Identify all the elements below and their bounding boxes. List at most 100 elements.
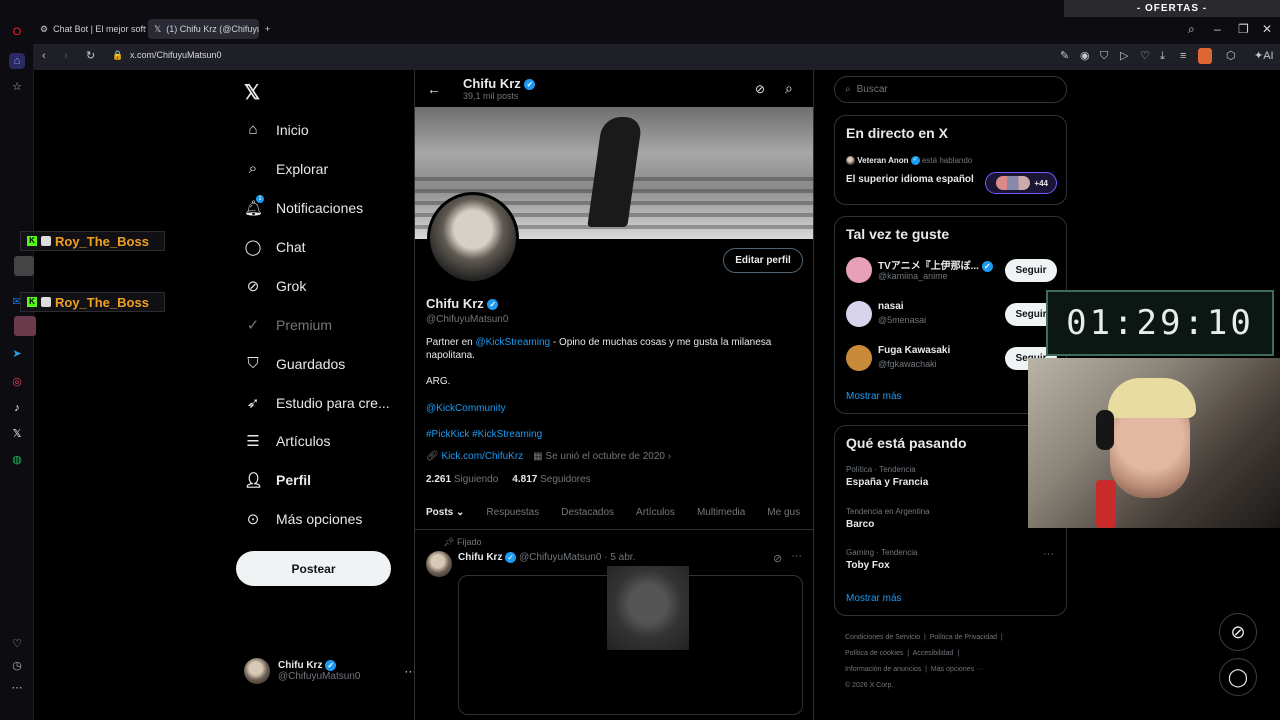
tab-replies[interactable]: Respuestas	[475, 500, 550, 529]
pinned-label: Fijado	[456, 537, 482, 547]
nav-item-premium[interactable]: ✓ Premium	[244, 316, 332, 334]
nav-label: Estudio para cre...	[276, 395, 390, 411]
nav-item-profile[interactable]: 👤︎ Perfil	[244, 471, 311, 489]
live-topic[interactable]: El superior idioma español	[846, 174, 974, 185]
telegram-icon[interactable]: ➤	[9, 346, 25, 362]
tab-chatbot[interactable]: ⚙ Chat Bot | El mejor softwa	[34, 19, 146, 39]
edit-profile-button[interactable]: Editar perfil	[723, 248, 803, 273]
x-logo-icon[interactable]: 𝕏	[244, 80, 260, 105]
verified-icon: ✓	[524, 79, 536, 91]
nav-item-more[interactable]: ⊙ Más opciones	[244, 510, 363, 528]
forward-icon[interactable]: ›	[64, 51, 68, 62]
download-icon[interactable]: ⤓	[1160, 51, 1165, 62]
post-handle[interactable]: @ChifuyuMatsun0	[519, 552, 601, 563]
new-tab-button[interactable]: +	[262, 19, 278, 39]
edit-icon[interactable]: ✎	[1060, 51, 1069, 62]
tab-posts[interactable]: Posts ⌄	[415, 500, 475, 529]
footer-link[interactable]: Política de Privacidad	[930, 634, 997, 641]
grok-fab-button[interactable]: ⊘	[1219, 613, 1257, 651]
footer-link[interactable]: Más opciones ···	[931, 666, 983, 673]
search-input[interactable]: ⌕ Buscar	[834, 76, 1067, 103]
heart-icon[interactable]: ♡	[9, 636, 25, 652]
back-arrow-icon[interactable]: ←	[427, 81, 441, 97]
more-icon[interactable]: ⋯	[9, 680, 25, 696]
nav-item-grok[interactable]: ⊘ Grok	[244, 277, 307, 295]
back-icon[interactable]: ‹	[42, 51, 46, 62]
search-icon[interactable]: ⌕	[785, 80, 793, 97]
heart-icon[interactable]: ♡	[1140, 51, 1150, 62]
nav-item-bookmarks[interactable]: ⛉ Guardados	[244, 355, 345, 372]
nav-item-home[interactable]: ⌂ Inicio	[244, 121, 309, 138]
tab-articles[interactable]: Artículos	[625, 500, 686, 529]
search-icon: ⌕	[845, 84, 851, 95]
post-media[interactable]	[458, 566, 803, 715]
shield-icon[interactable]: ⛉	[1100, 51, 1108, 62]
tab-highlights[interactable]: Destacados	[550, 500, 625, 529]
followers-stat[interactable]: 4.817 Seguidores	[512, 474, 590, 485]
instagram-icon[interactable]: ◎	[9, 374, 25, 390]
tab-x-profile[interactable]: 𝕏 (1) Chifu Krz (@ChifuyuM	[148, 19, 259, 39]
live-listeners[interactable]: +44	[985, 172, 1057, 194]
trend-item[interactable]: Gaming · Tendencia Toby Fox	[846, 548, 917, 571]
nav-item-creator-studio[interactable]: ➶ Estudio para cre...	[244, 394, 390, 412]
x-icon[interactable]: 𝕏	[9, 426, 25, 442]
footer-link[interactable]: Accesibilidad	[913, 650, 954, 657]
live-host[interactable]: Veteran Anon ✓ está hablando	[846, 156, 972, 166]
trend-item[interactable]: Política · Tendencia España y Francia	[846, 465, 928, 488]
verified-icon: ✓	[505, 552, 517, 563]
trend-item[interactable]: Tendencia en Argentina Barco	[846, 507, 930, 530]
close-icon[interactable]: ✕	[1262, 22, 1272, 36]
profile-avatar[interactable]	[427, 192, 519, 284]
bio-community-link[interactable]: @KickCommunity	[426, 403, 506, 414]
nav-label: Inicio	[276, 121, 309, 138]
grok-icon: ⊘	[246, 278, 260, 295]
grok-icon[interactable]: ⊘	[755, 82, 765, 96]
search-icon[interactable]: ⌕	[1188, 22, 1195, 37]
pin-icon[interactable]: ☆	[9, 79, 25, 95]
post-author[interactable]: Chifu Krz	[458, 552, 502, 563]
grok-icon[interactable]: ⊘	[773, 552, 782, 565]
show-more-link[interactable]: Mostrar más	[846, 593, 902, 604]
minimize-icon[interactable]: –	[1214, 22, 1221, 36]
streamer-hair	[1108, 378, 1196, 418]
nav-item-articles[interactable]: ☰ Artículos	[244, 432, 330, 450]
camera-icon[interactable]: ◉	[1080, 51, 1090, 62]
website-link[interactable]: Kick.com/ChifuKrz	[441, 451, 523, 462]
more-icon[interactable]: ···	[791, 550, 802, 562]
play-icon[interactable]: ▷	[1120, 51, 1128, 62]
post-date[interactable]: · 5 abr.	[604, 552, 635, 563]
bio-hashtags-link[interactable]: #PickKick #KickStreaming	[426, 429, 542, 440]
bio-mention-link[interactable]: @KickStreaming	[475, 337, 550, 348]
footer-link[interactable]: Condiciones de Servicio	[845, 634, 920, 641]
history-icon[interactable]: ◷	[9, 658, 25, 674]
extension-icon[interactable]	[1198, 48, 1212, 64]
nav-label: Grok	[276, 278, 307, 294]
follow-button[interactable]: Seguir	[1005, 259, 1057, 282]
messages-fab-button[interactable]: ◯	[1219, 658, 1257, 696]
more-icon[interactable]: ···	[1043, 548, 1054, 560]
tab-likes[interactable]: Me gus	[756, 500, 811, 529]
cube-icon[interactable]: ⬡	[1226, 51, 1236, 62]
following-stat[interactable]: 2.261 Siguiendo	[426, 474, 498, 485]
post-button[interactable]: Postear	[236, 551, 391, 586]
footer-links: Condiciones de Servicio | Política de Pr…	[845, 634, 1003, 689]
tiktok-icon[interactable]: ♪	[9, 400, 25, 416]
post-avatar[interactable]	[426, 551, 452, 577]
reload-icon[interactable]: ↻	[86, 51, 95, 62]
nav-label: Explorar	[276, 160, 329, 177]
account-switcher[interactable]: Chifu Krz ✓ @ChifuyuMatsun0 ···	[244, 658, 416, 684]
opera-logo-icon[interactable]: O	[9, 24, 25, 40]
menu-icon[interactable]: ≡	[1180, 51, 1186, 62]
nav-item-notifications[interactable]: 🔔︎ 1 Notificaciones	[244, 195, 363, 217]
footer-link[interactable]: Información de anuncios	[845, 666, 921, 673]
tab-media[interactable]: Multimedia	[686, 500, 756, 529]
nav-item-chat[interactable]: ◯ Chat	[244, 238, 306, 256]
show-more-link[interactable]: Mostrar más	[846, 391, 902, 402]
spotify-icon[interactable]: ◍	[9, 452, 25, 468]
ai-button[interactable]: ✦AI	[1254, 51, 1274, 62]
home-icon[interactable]: ⌂	[9, 53, 25, 69]
url-input[interactable]: x.com/ChifuyuMatsun0	[130, 50, 222, 60]
footer-link[interactable]: Política de cookies	[845, 650, 903, 657]
maximize-icon[interactable]: ❐	[1238, 22, 1249, 36]
nav-item-explore[interactable]: ⌕ Explorar	[244, 160, 328, 177]
